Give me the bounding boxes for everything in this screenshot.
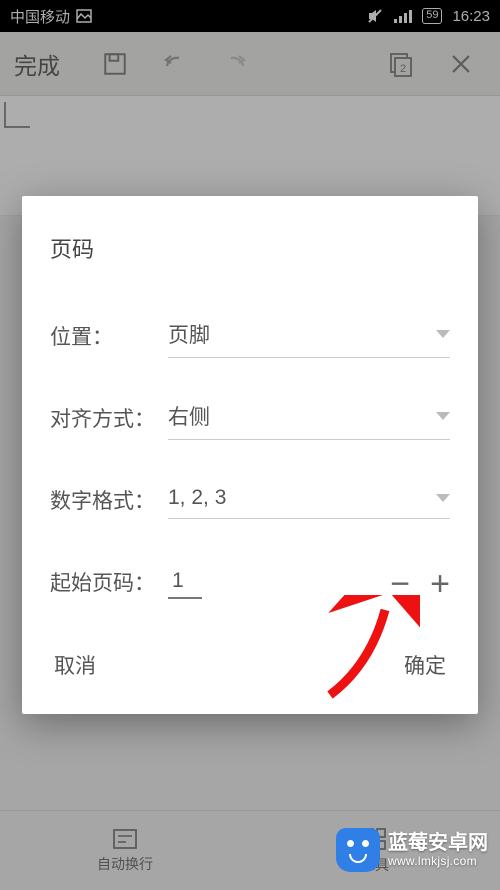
format-value: 1, 2, 3: [168, 486, 226, 510]
format-label: 数字格式：: [50, 488, 168, 516]
start-label: 起始页码：: [50, 570, 168, 598]
cancel-button[interactable]: 取消: [50, 644, 100, 686]
watermark-url: www.lmkjsj.com: [388, 855, 488, 869]
watermark-logo-icon: [336, 828, 380, 872]
position-row: 位置： 页脚: [50, 312, 450, 364]
position-value: 页脚: [168, 319, 210, 349]
alignment-value: 右侧: [168, 401, 210, 431]
alignment-select[interactable]: 右侧: [168, 401, 450, 440]
alignment-row: 对齐方式： 右侧: [50, 394, 450, 446]
increment-button[interactable]: +: [430, 567, 450, 601]
watermark-name: 蓝莓安卓网: [388, 832, 488, 855]
start-row: 起始页码： 1 − +: [50, 558, 450, 610]
decrement-button[interactable]: −: [390, 567, 410, 601]
position-select[interactable]: 页脚: [168, 319, 450, 358]
watermark: 蓝莓安卓网 www.lmkjsj.com: [336, 828, 488, 872]
dialog-title: 页码: [50, 232, 450, 264]
chevron-down-icon: [436, 494, 450, 502]
format-select[interactable]: 1, 2, 3: [168, 486, 450, 519]
page-number-dialog: 页码 位置： 页脚 对齐方式： 右侧 数字格式： 1, 2, 3 起始页码： 1…: [22, 196, 478, 714]
confirm-button[interactable]: 确定: [400, 644, 450, 686]
alignment-label: 对齐方式：: [50, 406, 168, 434]
start-value[interactable]: 1: [168, 569, 202, 599]
chevron-down-icon: [436, 330, 450, 338]
position-label: 位置：: [50, 324, 168, 352]
format-row: 数字格式： 1, 2, 3: [50, 476, 450, 528]
chevron-down-icon: [436, 412, 450, 420]
